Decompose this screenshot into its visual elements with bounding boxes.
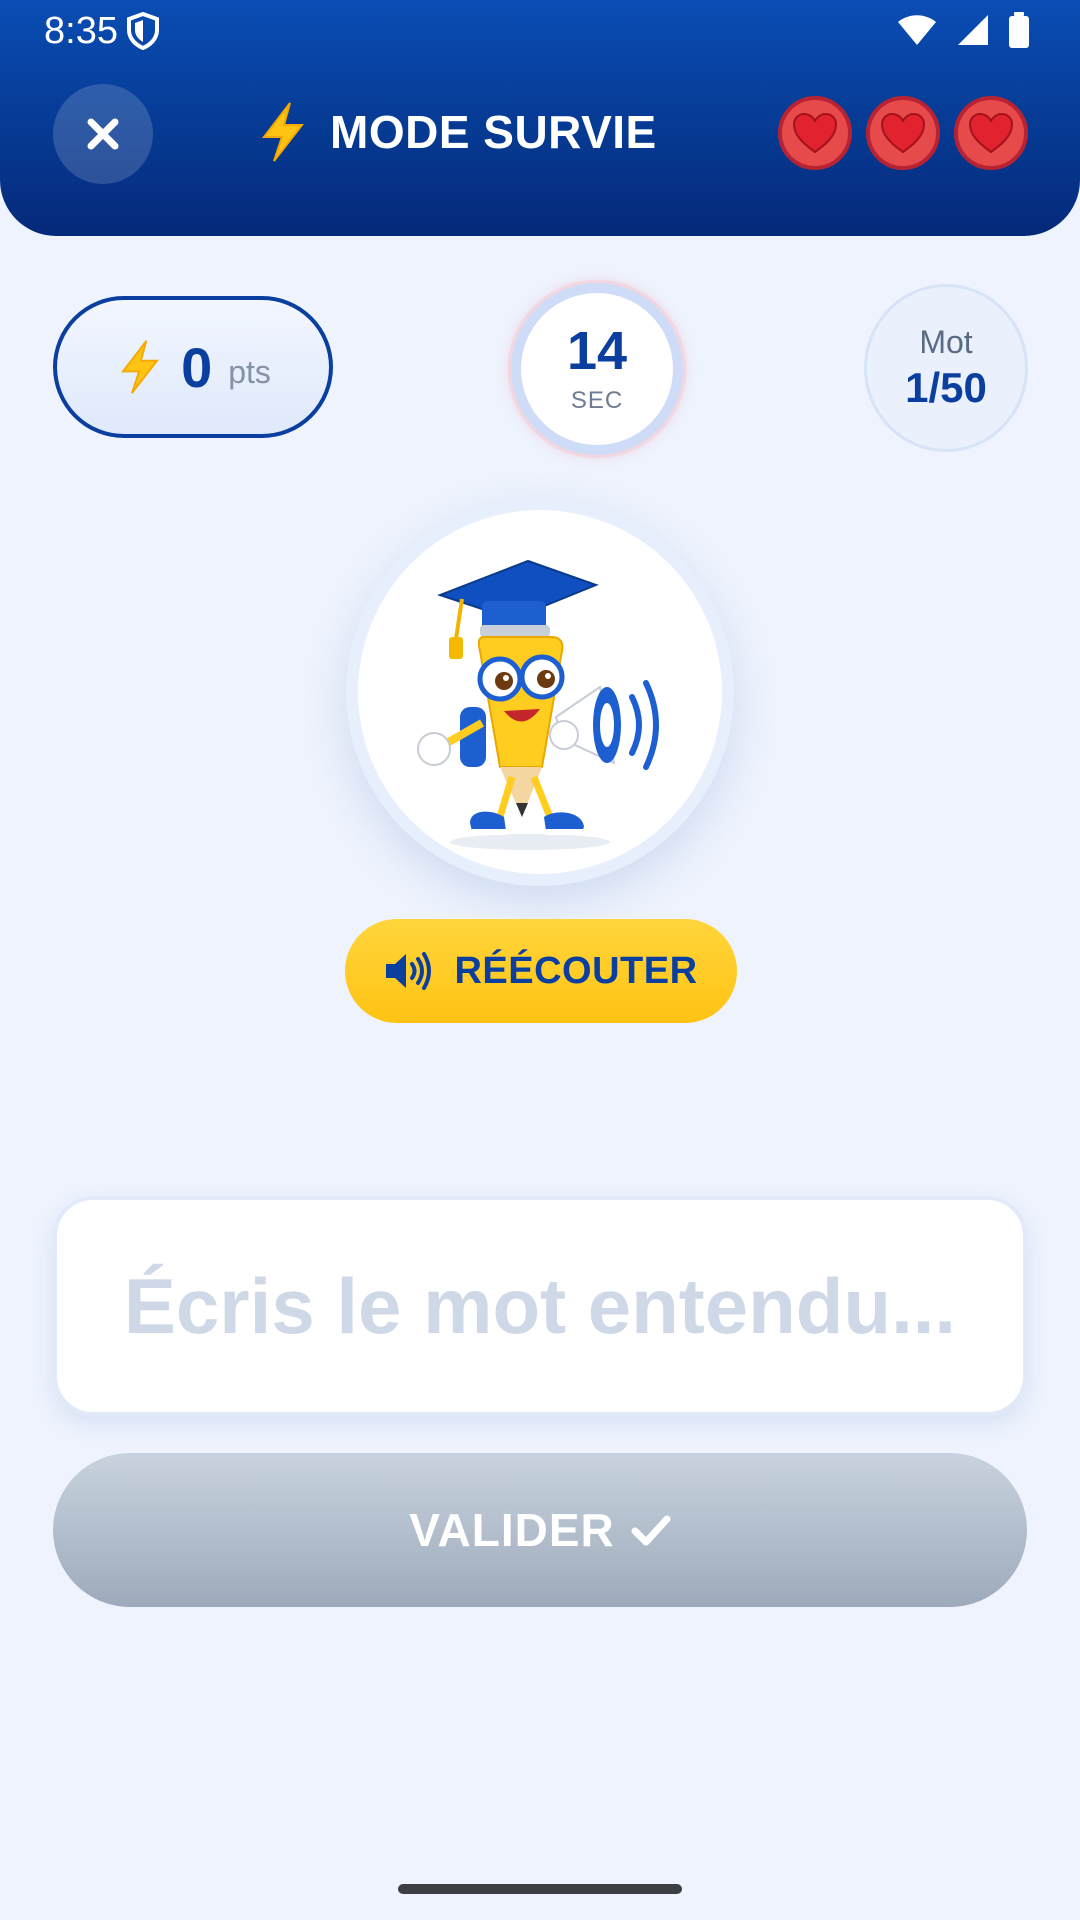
answer-field-container	[53, 1196, 1027, 1416]
page-title: MODE SURVIE	[256, 96, 657, 168]
timer-unit: SEC	[570, 387, 624, 414]
word-counter: Mot 1/50	[864, 284, 1028, 452]
battery-icon	[1009, 12, 1029, 48]
life-heart-2	[866, 96, 940, 170]
word-value: 1/50	[905, 364, 987, 411]
home-indicator[interactable]	[398, 1884, 682, 1894]
lightning-icon	[261, 102, 305, 162]
lives	[778, 96, 1028, 170]
mascot-image	[358, 510, 722, 874]
speaker-icon	[386, 952, 432, 990]
validate-button[interactable]: VALIDER	[53, 1453, 1027, 1607]
signal-icon	[958, 15, 988, 45]
heart-icon	[792, 112, 838, 154]
points-unit: pts	[228, 353, 271, 390]
timer-value: 14	[566, 321, 628, 381]
lightning-icon	[121, 340, 160, 394]
validate-label: VALIDER	[409, 1504, 615, 1556]
points-badge: 0 pts	[53, 296, 333, 438]
close-button[interactable]	[53, 84, 153, 184]
heart-icon	[880, 112, 926, 154]
points-value: 0	[181, 335, 213, 399]
replay-label: RÉÉCOUTER	[454, 949, 698, 992]
status-icons	[896, 12, 1030, 48]
timer: 14 SEC	[508, 280, 686, 458]
pencil-mascot-icon	[417, 559, 659, 850]
replay-button[interactable]: RÉÉCOUTER	[345, 919, 737, 1023]
check-icon	[631, 1515, 671, 1546]
wifi-icon	[898, 15, 936, 45]
status-time: 8:35	[44, 10, 118, 52]
header-bar: 8:35 MODE SURVIE	[0, 0, 1080, 236]
life-heart-1	[778, 96, 852, 170]
heart-icon	[968, 112, 1014, 154]
life-heart-3	[954, 96, 1028, 170]
title-text: MODE SURVIE	[330, 106, 657, 158]
answer-input[interactable]	[70, 1260, 1010, 1352]
close-icon	[87, 118, 119, 150]
word-label: Mot	[919, 324, 973, 360]
mascot-frame	[346, 498, 734, 886]
timer-face: 14 SEC	[521, 293, 673, 445]
shield-icon	[127, 12, 159, 50]
